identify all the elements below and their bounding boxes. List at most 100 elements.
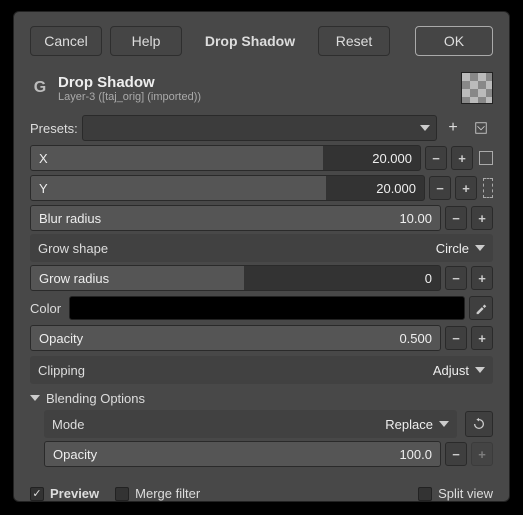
y-decrement-button[interactable]: − [429, 176, 451, 200]
plus-icon: + [478, 211, 486, 226]
x-aux-icon[interactable] [479, 151, 493, 165]
blur-increment-button[interactable]: + [471, 206, 493, 230]
y-input[interactable]: Y 20.000 [30, 175, 425, 201]
minus-icon: − [436, 181, 444, 196]
blend-mode-value: Replace [385, 417, 433, 432]
blend-mode-select[interactable]: Mode Replace [44, 410, 457, 438]
blur-label: Blur radius [39, 211, 101, 226]
color-label: Color [30, 301, 61, 316]
minus-icon: − [452, 211, 460, 226]
content-area: Presets: + X 20.000 − + [14, 110, 509, 478]
help-button[interactable]: Help [110, 26, 182, 56]
y-fill [31, 176, 326, 200]
title-block: Drop Shadow Layer-3 ([taj_orig] (importe… [58, 74, 201, 103]
blend-opacity-decrement-button[interactable]: − [445, 442, 467, 466]
grow-radius-decrement-button[interactable]: − [445, 266, 467, 290]
clipping-value: Adjust [433, 363, 469, 378]
plus-icon: + [478, 271, 486, 286]
checkbox-icon: ✓ [30, 487, 44, 501]
preset-menu-button[interactable] [469, 116, 493, 140]
x-decrement-button[interactable]: − [425, 146, 447, 170]
plus-icon: + [478, 331, 486, 346]
presets-label: Presets: [30, 121, 78, 136]
x-increment-button[interactable]: + [451, 146, 473, 170]
reset-icon [472, 417, 486, 431]
grow-shape-value: Circle [436, 241, 469, 256]
eyedropper-icon [474, 301, 488, 315]
preview-label: Preview [50, 486, 99, 501]
presets-combo[interactable] [82, 115, 437, 141]
plus-icon: + [448, 119, 457, 137]
grow-shape-select[interactable]: Grow shape Circle [30, 234, 493, 262]
plus-icon: + [462, 181, 470, 196]
grow-radius-increment-button[interactable]: + [471, 266, 493, 290]
x-value: 20.000 [372, 151, 412, 166]
y-label: Y [39, 181, 48, 196]
opacity-decrement-button[interactable]: − [445, 326, 467, 350]
x-fill [31, 146, 323, 170]
xy-chain-icon[interactable] [483, 178, 493, 198]
preset-menu-icon [474, 121, 488, 135]
opacity-input[interactable]: Opacity 0.500 [30, 325, 441, 351]
opacity-fill [31, 326, 440, 350]
blending-options-label: Blending Options [46, 391, 145, 406]
blend-opacity-value: 100.0 [399, 447, 432, 462]
x-input[interactable]: X 20.000 [30, 145, 421, 171]
blend-opacity-label: Opacity [53, 447, 97, 462]
merge-label: Merge filter [135, 486, 200, 501]
preset-add-button[interactable]: + [441, 116, 465, 140]
gimp-logo-icon: G [30, 78, 50, 98]
minus-icon: − [452, 331, 460, 346]
clipping-label: Clipping [38, 363, 85, 378]
chevron-down-icon [439, 421, 449, 427]
preview-checkbox[interactable]: ✓ Preview [30, 486, 99, 501]
grow-radius-value: 0 [425, 271, 432, 286]
plus-icon: + [458, 151, 466, 166]
grow-radius-input[interactable]: Grow radius 0 [30, 265, 441, 291]
chevron-down-icon [475, 367, 485, 373]
x-label: X [39, 151, 48, 166]
checkbox-icon [115, 487, 129, 501]
layer-preview-swatch [461, 72, 493, 104]
blend-mode-label: Mode [52, 417, 85, 432]
header: G Drop Shadow Layer-3 ([taj_orig] (impor… [14, 66, 509, 110]
blend-opacity-input[interactable]: Opacity 100.0 [44, 441, 441, 467]
blend-mode-reset-button[interactable] [465, 411, 493, 437]
page-title: Drop Shadow [58, 74, 201, 91]
color-field[interactable] [69, 296, 465, 320]
layer-subtitle: Layer-3 ([taj_orig] (imported)) [58, 91, 201, 103]
minus-icon: − [432, 151, 440, 166]
grow-radius-label: Grow radius [39, 271, 109, 286]
checkbox-icon [418, 487, 432, 501]
dialog-window: Cancel Help Drop Shadow Reset OK G Drop … [13, 11, 510, 502]
blend-opacity-fill [45, 442, 440, 466]
merge-filter-checkbox[interactable]: Merge filter [115, 486, 200, 501]
clipping-select[interactable]: Clipping Adjust [30, 356, 493, 384]
chevron-down-icon [475, 245, 485, 251]
ok-button[interactable]: OK [415, 26, 493, 56]
blend-opacity-increment-button: + [471, 442, 493, 466]
opacity-label: Opacity [39, 331, 83, 346]
minus-icon: − [452, 271, 460, 286]
eyedropper-button[interactable] [469, 296, 493, 320]
blur-value: 10.00 [399, 211, 432, 226]
blur-decrement-button[interactable]: − [445, 206, 467, 230]
split-label: Split view [438, 486, 493, 501]
y-value: 20.000 [376, 181, 416, 196]
grow-shape-label: Grow shape [38, 241, 108, 256]
opacity-increment-button[interactable]: + [471, 326, 493, 350]
filter-name-label: Drop Shadow [190, 26, 310, 56]
blending-options-header[interactable]: Blending Options [30, 386, 493, 410]
chevron-down-icon [420, 125, 430, 131]
opacity-value: 0.500 [399, 331, 432, 346]
cancel-button[interactable]: Cancel [30, 26, 102, 56]
blur-radius-input[interactable]: Blur radius 10.00 [30, 205, 441, 231]
split-view-checkbox[interactable]: Split view [418, 486, 493, 501]
footer: ✓ Preview Merge filter Split view [14, 478, 509, 513]
caret-down-icon [30, 395, 40, 401]
minus-icon: − [452, 447, 460, 462]
top-button-bar: Cancel Help Drop Shadow Reset OK [14, 12, 509, 66]
y-increment-button[interactable]: + [455, 176, 477, 200]
plus-icon: + [478, 447, 486, 462]
reset-button[interactable]: Reset [318, 26, 390, 56]
